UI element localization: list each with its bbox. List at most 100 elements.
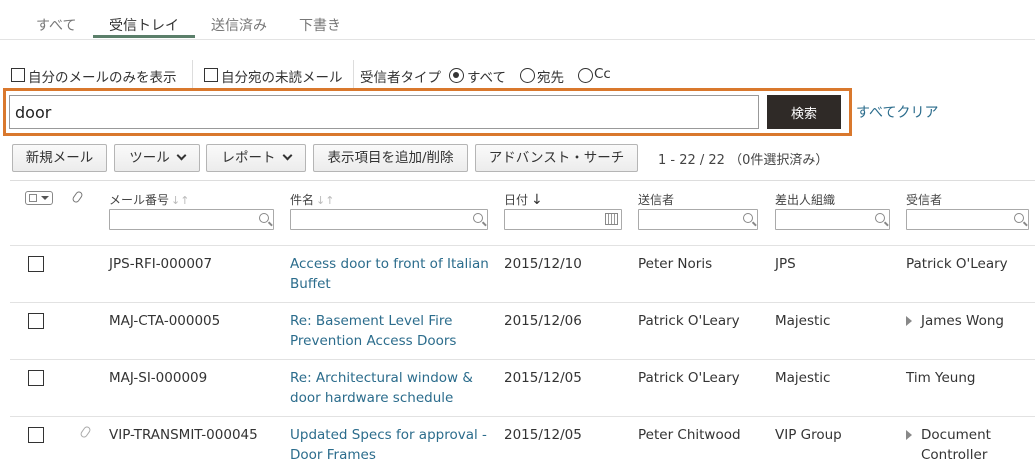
- subject-link[interactable]: Door Frames: [290, 445, 376, 465]
- new-mail-button[interactable]: 新規メール: [12, 144, 107, 172]
- only-mine-checkbox[interactable]: [11, 68, 25, 82]
- col-recipient[interactable]: 受信者: [906, 191, 942, 208]
- org-filter-input[interactable]: [775, 209, 890, 230]
- tools-dropdown[interactable]: ツール: [114, 144, 200, 172]
- col-mail-no[interactable]: メール番号 ↓↑: [109, 191, 189, 208]
- row-checkbox[interactable]: [28, 313, 44, 329]
- grid-top-border: [10, 180, 1035, 181]
- row-divider: [10, 416, 1035, 417]
- sender-cell: Patrick O'Leary: [638, 370, 740, 386]
- report-dropdown[interactable]: レポート: [206, 144, 306, 172]
- tab-sent[interactable]: 送信済み: [211, 15, 267, 35]
- row-divider: [10, 245, 1035, 246]
- search-icon: [875, 213, 885, 223]
- recipient-cell: Document: [921, 427, 991, 443]
- calendar-icon: [605, 213, 618, 225]
- expand-triangle-icon[interactable]: [906, 430, 912, 440]
- expand-triangle-icon[interactable]: [906, 316, 912, 326]
- sender-cell: Peter Chitwood: [638, 427, 741, 443]
- row-checkbox[interactable]: [28, 427, 44, 443]
- row-divider: [10, 302, 1035, 303]
- subject-link[interactable]: Re: Basement Level Fire: [290, 311, 452, 331]
- sender-cell: Patrick O'Leary: [638, 313, 740, 329]
- subject-link[interactable]: door hardware schedule: [290, 388, 453, 408]
- columns-button[interactable]: 表示項目を追加/削除: [313, 144, 468, 172]
- divider: [353, 60, 354, 88]
- active-tab-indicator: [93, 35, 195, 38]
- radio-all[interactable]: [449, 68, 464, 83]
- recipient-cell: Patrick O'Leary: [906, 256, 1008, 272]
- org-cell: JPS: [775, 256, 796, 272]
- subject-link[interactable]: Updated Specs for approval -: [290, 425, 487, 445]
- filter-bar: 自分のメールのみを表示 自分宛の未読メール 受信者タイプ すべて 宛先 Cc: [0, 60, 1035, 88]
- date-cell: 2015/12/10: [504, 256, 582, 272]
- col-org[interactable]: 差出人組織: [775, 191, 835, 208]
- paperclip-icon: [79, 425, 92, 439]
- recipient-type-label: 受信者タイプ: [360, 70, 441, 86]
- radio-to-label: 宛先: [537, 70, 564, 86]
- subject-link[interactable]: Prevention Access Doors: [290, 331, 456, 351]
- search-button[interactable]: 検索: [767, 95, 841, 129]
- recipient-filter-input[interactable]: [906, 209, 1029, 230]
- select-all-dropdown[interactable]: [25, 191, 53, 205]
- caret-down-icon: [41, 196, 49, 200]
- subject-link[interactable]: Re: Architectural window &: [290, 368, 473, 388]
- tab-drafts[interactable]: 下書き: [299, 15, 341, 35]
- recipient-cell: Tim Yeung: [906, 370, 976, 386]
- org-cell: VIP Group: [775, 427, 842, 443]
- subject-link[interactable]: Buffet: [290, 274, 331, 294]
- org-cell: Majestic: [775, 313, 831, 329]
- radio-all-label: すべて: [467, 70, 507, 86]
- col-subject[interactable]: 件名 ↓↑: [290, 191, 334, 208]
- tab-inbox[interactable]: 受信トレイ: [109, 15, 179, 35]
- clear-all-link[interactable]: すべてクリア: [856, 102, 938, 122]
- sender-filter-input[interactable]: [638, 209, 758, 230]
- mail-tabs: すべて 受信トレイ 送信済み 下書き: [0, 0, 1035, 40]
- radio-to[interactable]: [520, 68, 535, 83]
- row-checkbox[interactable]: [28, 256, 44, 272]
- col-sender[interactable]: 送信者: [638, 191, 674, 208]
- checkbox-icon: [29, 194, 37, 202]
- sort-icon: ↓↑: [171, 194, 190, 207]
- date-filter-input[interactable]: [504, 209, 622, 230]
- search-icon: [1014, 213, 1024, 223]
- recipient-cell: James Wong: [921, 313, 1004, 329]
- col-mail-no-label: メール番号: [109, 193, 170, 207]
- advanced-search-button[interactable]: アドバンスト・サーチ: [475, 144, 638, 172]
- search-input[interactable]: [9, 95, 759, 129]
- report-label: レポート: [221, 150, 276, 166]
- chevron-down-icon: [282, 150, 292, 161]
- tab-all[interactable]: すべて: [36, 15, 76, 35]
- row-divider: [10, 359, 1035, 360]
- sort-down-icon: ↓: [531, 192, 543, 208]
- mail-no-cell: JPS-RFI-000007: [109, 256, 213, 272]
- org-cell: Majestic: [775, 370, 831, 386]
- chevron-down-icon: [176, 150, 187, 161]
- divider: [192, 60, 193, 88]
- date-cell: 2015/12/06: [504, 313, 582, 329]
- search-icon: [259, 213, 269, 223]
- mail-no-filter-input[interactable]: [109, 209, 274, 230]
- new-mail-label: 新規メール: [25, 150, 94, 166]
- radio-cc-label: Cc: [594, 66, 611, 82]
- col-subject-label: 件名: [290, 193, 315, 207]
- recipient-cell: Controller: [921, 447, 988, 463]
- subject-link[interactable]: Access door to front of Italian: [290, 254, 489, 274]
- sender-cell: Peter Noris: [638, 256, 713, 272]
- mail-no-cell: MAJ-CTA-000005: [109, 313, 221, 329]
- radio-cc[interactable]: [578, 68, 593, 83]
- date-cell: 2015/12/05: [504, 370, 582, 386]
- unread-checkbox[interactable]: [204, 68, 218, 82]
- row-checkbox[interactable]: [28, 370, 44, 386]
- col-date[interactable]: 日付 ↓: [504, 191, 543, 208]
- subject-filter-input[interactable]: [290, 209, 488, 230]
- selection-count: 1 - 22 / 22 （0件選択済み）: [658, 153, 829, 168]
- mail-no-cell: VIP-TRANSMIT-000045: [109, 427, 258, 443]
- mail-no-cell: MAJ-SI-000009: [109, 370, 208, 386]
- col-date-label: 日付: [504, 193, 529, 207]
- advanced-search-label: アドバンスト・サーチ: [488, 150, 625, 166]
- only-mine-label: 自分のメールのみを表示: [28, 70, 177, 86]
- paperclip-icon: [71, 190, 84, 204]
- search-icon: [743, 213, 753, 223]
- unread-label: 自分宛の未読メール: [221, 70, 343, 86]
